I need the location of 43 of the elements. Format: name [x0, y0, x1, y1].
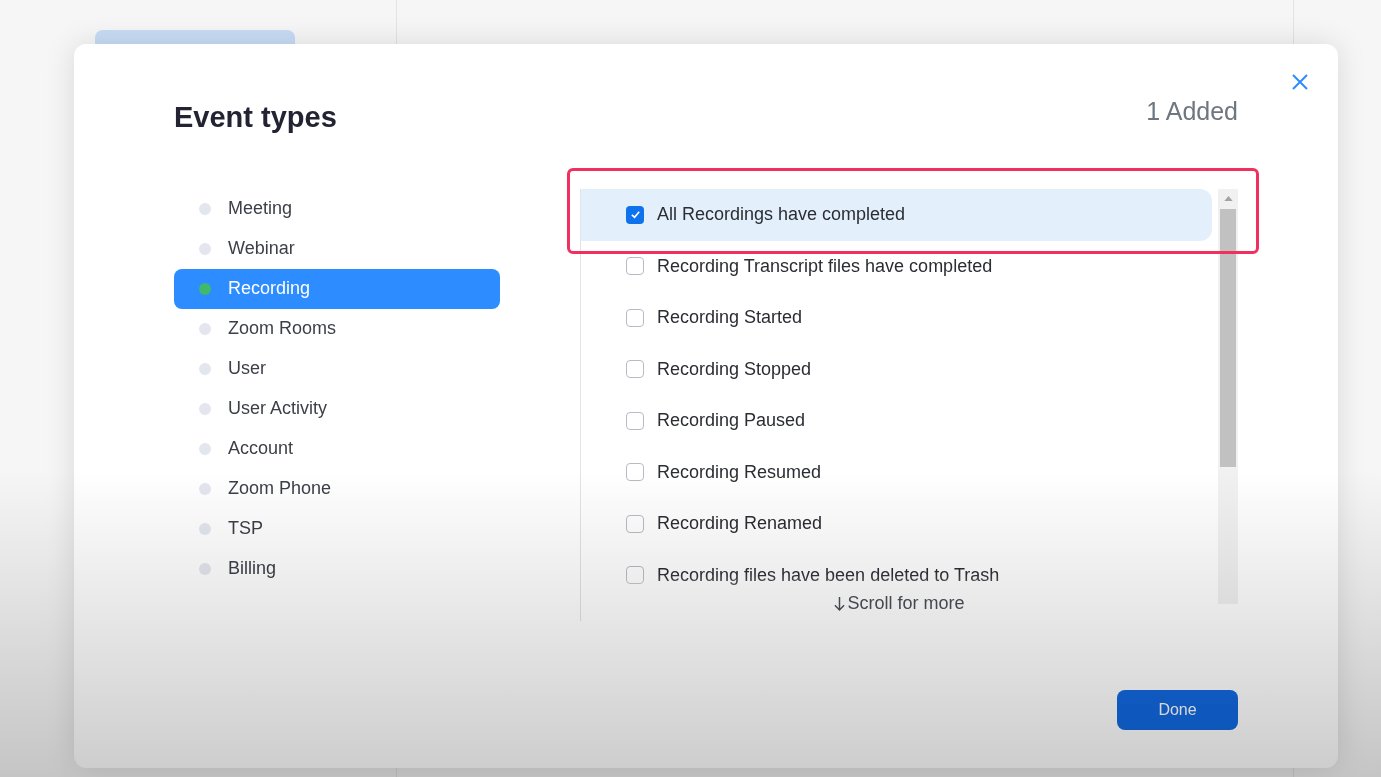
- scroll-hint-text: Scroll for more: [847, 591, 965, 615]
- event-row[interactable]: Recording Resumed: [581, 446, 1212, 498]
- category-tab[interactable]: Zoom Rooms: [174, 308, 500, 349]
- scrollbar[interactable]: [1218, 188, 1238, 604]
- down-arrow-icon: [834, 595, 846, 611]
- category-tab[interactable]: Webinar: [174, 228, 500, 269]
- checkbox[interactable]: [626, 257, 644, 276]
- added-count: 1 Added: [1146, 96, 1238, 127]
- event-label: Recording Stopped: [657, 357, 812, 381]
- event-label: Recording Paused: [657, 409, 806, 433]
- event-label: Recording files have been deleted to Trash: [657, 563, 1000, 587]
- category-tab[interactable]: Account: [174, 428, 500, 469]
- checkbox[interactable]: [626, 566, 644, 585]
- event-label: Recording Transcript files have completed: [657, 254, 993, 278]
- done-button[interactable]: Done: [1117, 690, 1238, 730]
- event-row[interactable]: All Recordings have completed: [581, 188, 1212, 241]
- event-label: All Recordings have completed: [657, 203, 906, 226]
- close-icon: [1290, 72, 1310, 92]
- event-row[interactable]: Recording Transcript files have completed: [581, 240, 1212, 292]
- event-row[interactable]: Recording Renamed: [581, 498, 1212, 550]
- event-label: Recording Resumed: [657, 460, 822, 484]
- category-tab[interactable]: User Activity: [174, 388, 500, 429]
- checkbox[interactable]: [626, 205, 644, 224]
- checkbox[interactable]: [626, 360, 644, 379]
- scrollbar-thumb[interactable]: [1220, 208, 1236, 467]
- event-row[interactable]: Recording Stopped: [581, 343, 1212, 395]
- category-tab[interactable]: Zoom Phone: [174, 468, 500, 509]
- checkbox[interactable]: [626, 308, 644, 327]
- checkbox[interactable]: [626, 463, 644, 482]
- scroll-up-icon[interactable]: [1224, 195, 1233, 201]
- checkbox[interactable]: [626, 514, 644, 533]
- check-icon: [629, 209, 641, 220]
- close-button[interactable]: [1290, 72, 1310, 92]
- checkbox[interactable]: [626, 411, 644, 430]
- category-tab[interactable]: Billing: [174, 548, 500, 589]
- category-tab[interactable]: Meeting: [174, 188, 500, 229]
- event-label: Recording Started: [657, 306, 803, 330]
- dialog-title: Event types: [174, 100, 337, 135]
- category-tab[interactable]: TSP: [174, 508, 500, 549]
- event-row[interactable]: Recording Paused: [581, 395, 1212, 447]
- event-row[interactable]: Recording Started: [581, 292, 1212, 344]
- event-label: Recording Renamed: [657, 512, 823, 536]
- category-tab[interactable]: User: [174, 348, 500, 389]
